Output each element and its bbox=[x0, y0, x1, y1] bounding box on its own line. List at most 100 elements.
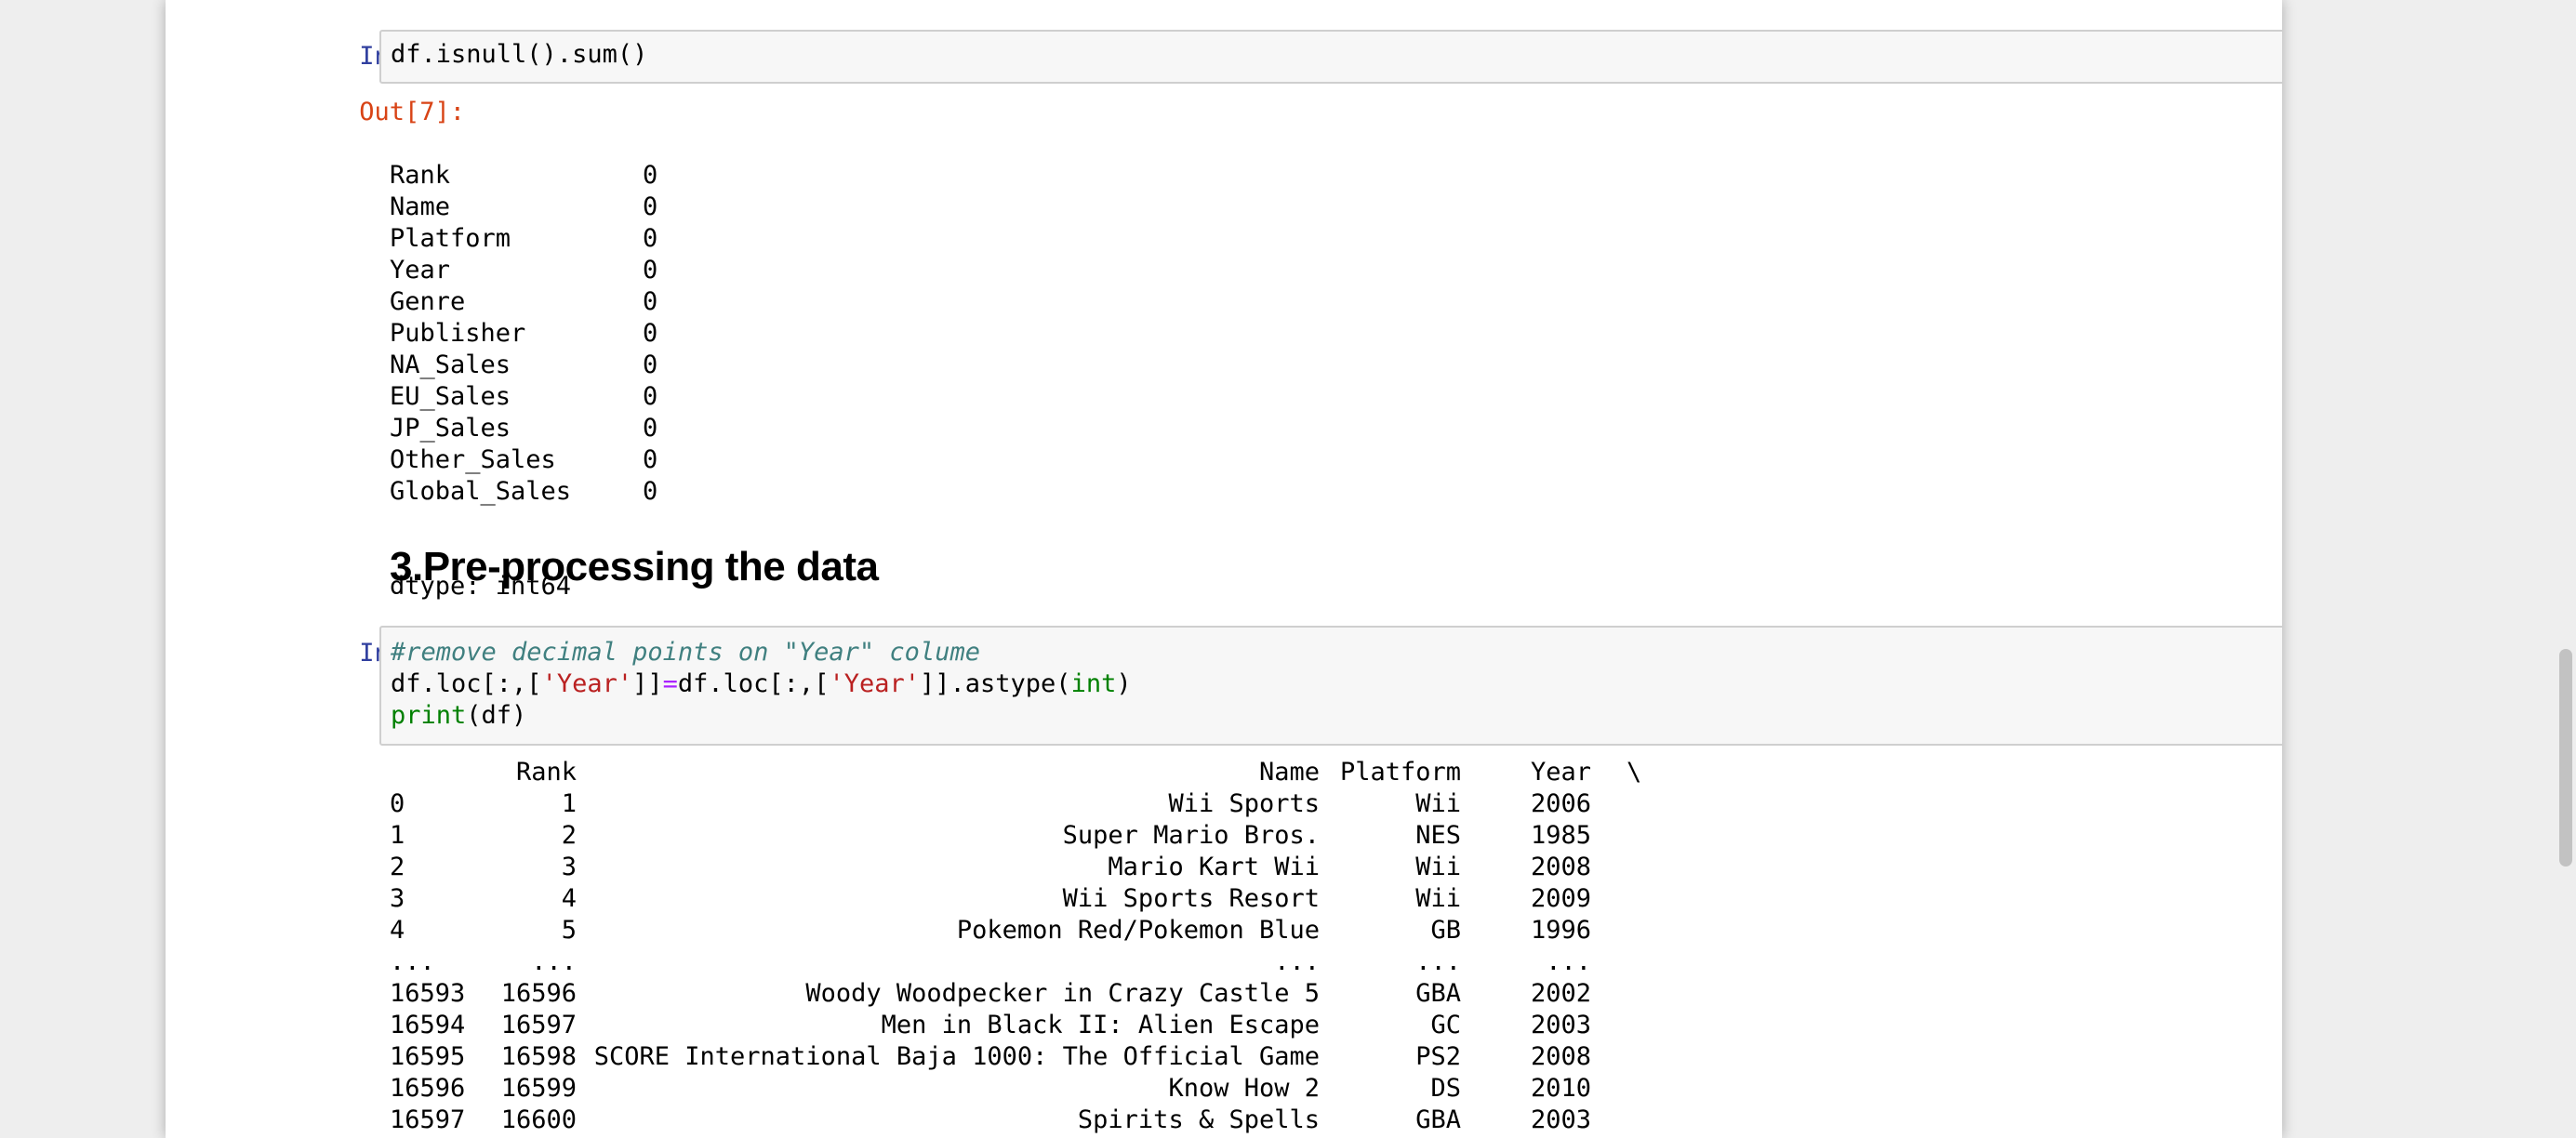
cell-platform: ... bbox=[1415, 947, 1461, 976]
code-token: df.loc[:,[ bbox=[391, 669, 542, 698]
code-operator: = bbox=[662, 669, 678, 698]
isnull-row: Genre 0 bbox=[390, 286, 669, 318]
code-builtin: print bbox=[391, 701, 467, 730]
code-token: df.loc[:,[ bbox=[677, 669, 830, 698]
isnull-column-name: Genre bbox=[390, 287, 466, 316]
row-index: 1 bbox=[390, 821, 405, 850]
cell-name: Men in Black II: Alien Escape bbox=[881, 1011, 1320, 1039]
row-index: 0 bbox=[390, 789, 405, 818]
cell-year: 2003 bbox=[1530, 1105, 1591, 1134]
cell-year: 2002 bbox=[1530, 979, 1591, 1008]
row-index: 16595 bbox=[390, 1042, 466, 1071]
isnull-column-name: Rank bbox=[390, 161, 451, 190]
page-scrollbar[interactable] bbox=[2554, 0, 2576, 1138]
code-comment-line: #remove decimal points on "Year" colume bbox=[391, 637, 2282, 668]
isnull-column-name: NA_Sales bbox=[390, 351, 511, 379]
row-index: 4 bbox=[390, 916, 405, 945]
cell-year: 2006 bbox=[1530, 789, 1591, 818]
code-token: ) bbox=[1116, 669, 1132, 698]
cell-name: Super Mario Bros. bbox=[1062, 821, 1320, 850]
isnull-count: 0 bbox=[643, 445, 658, 474]
isnull-column-name: EU_Sales bbox=[390, 382, 511, 411]
dataframe-row: 2 3 Mario Kart Wii Wii 2008 bbox=[390, 852, 1692, 883]
code-print-line: print(df) bbox=[391, 700, 2282, 732]
cell-rank: 4 bbox=[561, 884, 577, 913]
isnull-row: Name 0 bbox=[390, 192, 669, 223]
row-index: 16596 bbox=[390, 1074, 466, 1103]
isnull-row: EU_Sales 0 bbox=[390, 381, 669, 413]
header-year: Year bbox=[1530, 758, 1591, 787]
isnull-column-name: JP_Sales bbox=[390, 414, 511, 443]
cell-name: Mario Kart Wii bbox=[1108, 853, 1320, 881]
cell-platform: GBA bbox=[1415, 1105, 1461, 1134]
cell-rank: 16596 bbox=[500, 979, 577, 1008]
cell-7-code-editor[interactable]: df.isnull().sum() bbox=[379, 30, 2282, 84]
row-index: 3 bbox=[390, 884, 405, 913]
isnull-row: Platform 0 bbox=[390, 223, 669, 255]
dataframe-row: ............... bbox=[390, 946, 1692, 978]
cell-platform: Wii bbox=[1415, 789, 1461, 818]
row-index: 16593 bbox=[390, 979, 466, 1008]
isnull-row: Global_Sales 0 bbox=[390, 476, 669, 508]
isnull-column-name: Name bbox=[390, 192, 451, 221]
isnull-row: Publisher 0 bbox=[390, 318, 669, 350]
header-name: Name bbox=[1258, 758, 1320, 787]
isnull-count: 0 bbox=[643, 192, 658, 221]
isnull-count: 0 bbox=[643, 287, 658, 316]
dataframe-row: 0 1 Wii Sports Wii 2006 bbox=[390, 788, 1692, 820]
cell-year: 1985 bbox=[1530, 821, 1591, 850]
scrollbar-thumb[interactable] bbox=[2559, 649, 2572, 867]
cell-platform: PS2 bbox=[1415, 1042, 1461, 1071]
isnull-count: 0 bbox=[643, 477, 658, 506]
cell-7-code-line: df.isnull().sum() bbox=[391, 40, 648, 69]
isnull-count: 0 bbox=[643, 224, 658, 253]
cell-name: SCORE International Baja 1000: The Offic… bbox=[593, 1042, 1320, 1071]
dataframe-row: 1 2 Super Mario Bros. NES 1985 bbox=[390, 820, 1692, 852]
isnull-row: JP_Sales 0 bbox=[390, 413, 669, 444]
cell-platform: Wii bbox=[1415, 853, 1461, 881]
row-index: ... bbox=[390, 947, 435, 976]
isnull-row: Rank 0 bbox=[390, 160, 669, 192]
code-assign-line: df.loc[:,['Year']]=df.loc[:,['Year']].as… bbox=[391, 668, 2282, 700]
cell-rank: 5 bbox=[561, 916, 577, 945]
cell-year: 2009 bbox=[1530, 884, 1591, 913]
cell-platform: NES bbox=[1415, 821, 1461, 850]
cell-name: Spirits & Spells bbox=[1077, 1105, 1320, 1134]
cell-rank: 16600 bbox=[500, 1105, 577, 1134]
isnull-column-name: Other_Sales bbox=[390, 445, 556, 474]
isnull-count: 0 bbox=[643, 382, 658, 411]
cell-rank: 16598 bbox=[500, 1042, 577, 1071]
code-token: ]].astype( bbox=[920, 669, 1071, 698]
cell-name: Know How 2 bbox=[1168, 1074, 1320, 1103]
notebook-container: In [7]: df.isnull().sum() Out[7]: Rank0N… bbox=[166, 0, 2282, 1138]
code-comment: #remove decimal points on "Year" colume bbox=[391, 638, 980, 667]
section-heading: 3.Pre-processing the data bbox=[390, 544, 879, 589]
isnull-count: 0 bbox=[643, 256, 658, 284]
code-token: (df) bbox=[466, 701, 527, 730]
dataframe-row: 4 5 Pokemon Red/Pokemon Blue GB 1996 bbox=[390, 915, 1692, 946]
cell-year: 2008 bbox=[1530, 853, 1591, 881]
cell-name: Wii Sports bbox=[1168, 789, 1320, 818]
cell-year: 2010 bbox=[1530, 1074, 1591, 1103]
header-continuation: \ bbox=[1627, 758, 1642, 787]
cell-8-code-editor[interactable]: #remove decimal points on "Year" colume … bbox=[379, 626, 2282, 746]
row-index: 16597 bbox=[390, 1105, 466, 1134]
dataframe-row: 16593 16596 Woody Woodpecker in Crazy Cast… bbox=[390, 978, 1692, 1010]
cell-year: ... bbox=[1546, 947, 1591, 976]
cell-name: Woody Woodpecker in Crazy Castle 5 bbox=[805, 979, 1320, 1008]
cell-name: Pokemon Red/Pokemon Blue bbox=[956, 916, 1320, 945]
dataframe-output: Rank Name Platform Year \ 0 1 Wii Sports Wi… bbox=[390, 757, 1692, 1136]
dataframe-header-row: Rank Name Platform Year \ bbox=[390, 757, 1692, 788]
isnull-count: 0 bbox=[643, 351, 658, 379]
isnull-row: NA_Sales 0 bbox=[390, 350, 669, 381]
isnull-count: 0 bbox=[643, 161, 658, 190]
cell-rank: 16597 bbox=[500, 1011, 577, 1039]
cell-rank: ... bbox=[531, 947, 577, 976]
dataframe-row: 16594 16597 Men in Black II: Alien Escape G… bbox=[390, 1010, 1692, 1041]
header-platform: Platform bbox=[1339, 758, 1461, 787]
isnull-row: Other_Sales 0 bbox=[390, 444, 669, 476]
cell-rank: 2 bbox=[561, 821, 577, 850]
isnull-count: 0 bbox=[643, 414, 658, 443]
dataframe-row: 3 4 Wii Sports Resort Wii 2009 bbox=[390, 883, 1692, 915]
dataframe-row: 16595 16598 SCORE International Baja 1000:… bbox=[390, 1041, 1692, 1073]
